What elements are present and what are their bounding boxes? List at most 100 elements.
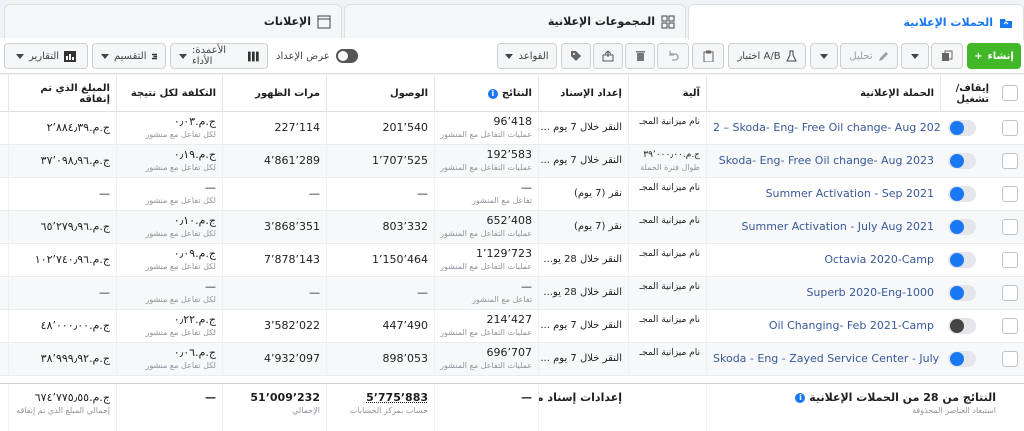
view-setup-toggle[interactable]: عرض الإعداد [276,47,358,65]
results-sub: عمليات التفاعل مع المنشور [440,130,532,139]
tab-campaigns[interactable]: الحملات الإعلانية [688,4,1024,40]
campaign-name-link[interactable]: Summer Activation - July Aug 2021 [713,214,934,240]
table-row[interactable]: Skoda - Eng - Zayed Service Center - Jul… [0,343,1024,376]
breakdown-label: التقسيم [114,50,147,62]
row-checkbox[interactable] [1002,120,1018,136]
col-results[interactable]: النتائج i [434,75,538,112]
breakdown-button[interactable]: التقسيم [92,43,166,69]
campaign-toggle[interactable] [948,252,976,268]
cpr-value: — [205,280,216,293]
rules-button[interactable]: القواعد [497,43,557,69]
table-row[interactable]: Oil Changing- Feb 2021-Camp نام ميزانية ا… [0,310,1024,343]
totals-spent-text: ج.م.٦٧٤٬٧٧٥٫٥٥ [34,391,110,404]
export-button[interactable] [593,43,623,69]
spent-value: — [99,286,110,299]
campaign-name-link[interactable]: Skoda- Eng- Free Oil change- Aug 2023 [713,148,934,174]
spent-cell: ج.م.٤٨٬٠٠٠٫٠٠ [8,310,116,343]
table-row[interactable]: Superb 2020-Eng-1000 نام ميزانية المجـ الن… [0,277,1024,310]
row-checkbox[interactable] [1002,153,1018,169]
reach-value: 447٬490 [382,319,429,332]
duplicate-dropdown[interactable] [901,43,929,69]
campaign-toggle[interactable] [948,318,976,334]
delete-button[interactable] [625,43,655,69]
row-checkbox[interactable] [1002,285,1018,301]
col-cost-per-result-label: التكلفة لكل نتيجة [130,88,216,99]
col-reach[interactable]: الوصول [326,75,434,112]
view-setup-switch[interactable] [335,49,358,63]
delivery-cell: نام ميزانية المجـ [628,310,706,343]
campaign-name-link[interactable]: Octavia 2020-Camp [713,247,934,273]
cpr-value: ج.م.٠٫٠٦ [173,346,216,359]
col-attribution[interactable]: إعداد الإسناد [538,75,628,112]
reach-cell: 1٬707٬525 [326,145,434,178]
create-button[interactable]: + إنشاء [967,43,1021,69]
totals-spent: ج.م.٦٧٤٬٧٧٥٫٥٥ إجمالي المبلغ الذي تم إنف… [8,384,116,431]
impressions-cell: 4٬861٬289 [222,145,326,178]
select-all-checkbox[interactable] [1002,85,1018,101]
col-delivery[interactable]: آلية [628,75,706,112]
campaign-name-cell: 2 – Skoda- Eng- Free Oil change- Aug 202… [706,112,940,145]
clipboard-button[interactable] [692,43,724,69]
campaign-name-link[interactable]: Oil Changing- Feb 2021-Camp [713,313,934,339]
reports-icon [64,50,77,62]
campaign-name-cell: Skoda - Eng - Zayed Service Center - Jul… [706,343,940,376]
edit-button[interactable]: تحليل [840,43,898,69]
campaign-toggle[interactable] [948,285,976,301]
tab-adsets[interactable]: المجموعات الإعلانية [344,4,686,38]
tag-button[interactable] [561,43,591,69]
row-checkbox[interactable] [1002,186,1018,202]
totals-title-cell: النتائج من 28 من الحملات الإعلانية i است… [706,384,1002,431]
col-cost-per-result[interactable]: التكلفة لكل نتيجة [116,75,222,112]
duplicate-button[interactable] [931,43,963,69]
table-row[interactable]: Skoda- Eng- Free Oil change- Aug 2023 ج.م… [0,145,1024,178]
table-row[interactable]: Summer Activation - Sep 2021 نام ميزانية … [0,178,1024,211]
flask-icon [785,50,797,62]
create-button-label: إنشاء [987,50,1014,62]
impressions-cell: 3٬582٬022 [222,310,326,343]
row-checkbox[interactable] [1002,318,1018,334]
impressions-cell: 4٬932٬097 [222,343,326,376]
col-reach-label: الوصول [389,88,428,99]
impressions-value: 4٬861٬289 [264,154,320,167]
results-sub: عمليات التفاعل مع المنشور [440,262,532,271]
row-checkbox[interactable] [1002,351,1018,367]
spent-value: ج.م.٢٬٨٨٤٫٣٩ [46,121,110,134]
table-row[interactable]: 2 – Skoda- Eng- Free Oil change- Aug 202… [0,112,1024,145]
columns-button[interactable]: الأعمدة: الأداء [170,43,268,69]
campaign-toggle[interactable] [948,219,976,235]
campaign-toggle[interactable] [948,351,976,367]
ab-test-button[interactable]: اختبار A/B [728,43,806,69]
table-row[interactable]: Summer Activation - July Aug 2021 نام ميز… [0,211,1024,244]
campaign-name-link[interactable]: 2 – Skoda- Eng- Free Oil change- Aug 202… [713,115,940,141]
plus-icon: + [974,50,983,62]
attribution-cell: النقر خلال 7 يوم ... [538,145,628,178]
chevron-down-icon [911,53,919,59]
table-row[interactable]: Octavia 2020-Camp نام ميزانية المجـ النقر … [0,244,1024,277]
col-impressions[interactable]: مرات الظهور [222,75,326,112]
delivery-cell: نام ميزانية المجـ [628,277,706,310]
col-amount-spent[interactable]: المبلغ الذي تم إنفاقه [8,75,116,112]
campaign-name-link[interactable]: Skoda - Eng - Zayed Service Center - Jul… [713,346,940,372]
campaign-name-link[interactable]: Superb 2020-Eng-1000 [713,280,934,306]
col-toggle[interactable]: إيقاف/تشغيل [940,75,995,112]
cpr-sub: لكل تفاعل مع منشور [145,163,216,172]
reports-button[interactable]: التقارير [4,43,88,69]
edit-dropdown[interactable] [810,43,838,69]
campaign-toggle[interactable] [948,186,976,202]
totals-reach-text: 5٬775٬883 [366,391,428,404]
row-checkbox[interactable] [1002,252,1018,268]
results-sub: تفاعل مع المنشور [471,295,532,304]
col-delivery-label: آلية [682,88,700,99]
row-checkbox[interactable] [1002,219,1018,235]
tab-ads[interactable]: الإعلانات [4,4,342,38]
campaign-toggle[interactable] [948,153,976,169]
cpr-cell: — لكل تفاعل مع منشور [116,277,222,310]
info-icon[interactable]: i [795,393,806,403]
cpr-cell: ج.م.٠٫١٩ لكل تفاعل مع منشور [116,145,222,178]
campaign-toggle[interactable] [948,120,976,136]
col-campaign[interactable]: الحملة الإعلانية [706,75,940,112]
undo-icon [669,51,679,61]
campaign-name-link[interactable]: Summer Activation - Sep 2021 [713,181,934,207]
info-icon[interactable]: i [487,88,498,99]
undo-button[interactable] [657,43,689,69]
